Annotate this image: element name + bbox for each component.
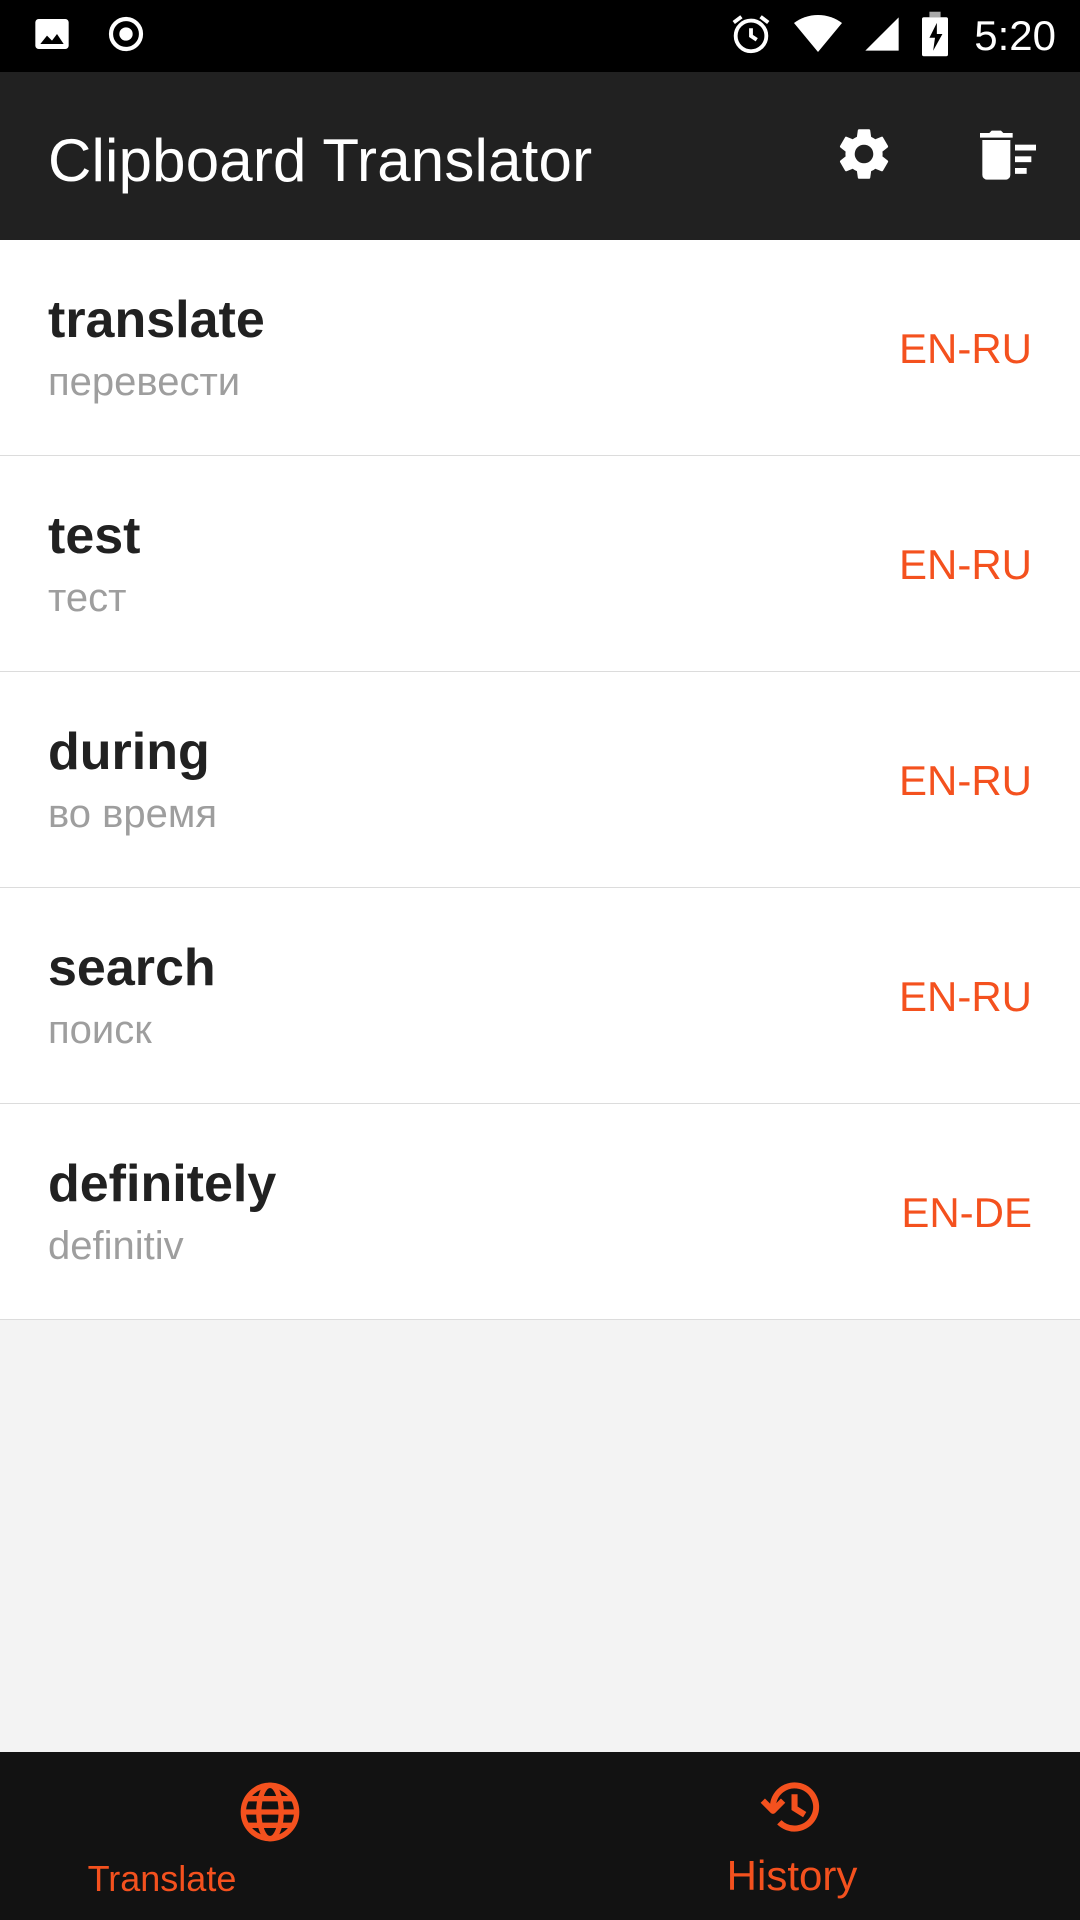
item-translation: definitiv <box>48 1224 184 1268</box>
list-item[interactable]: translate перевести EN-RU <box>0 240 1080 456</box>
bottom-navigation: Translate History <box>0 1752 1080 1920</box>
item-word: test <box>48 507 141 565</box>
gear-icon <box>833 123 895 190</box>
clear-history-icon <box>975 126 1041 187</box>
item-translation: поиск <box>48 1008 152 1052</box>
nav-translate[interactable]: Translate <box>0 1752 540 1920</box>
item-word: during <box>48 723 210 781</box>
alarm-icon <box>728 11 774 62</box>
history-list: translate перевести EN-RU test тест EN-R… <box>0 240 1080 1320</box>
signal-icon <box>862 14 902 59</box>
item-language-pair: EN-RU <box>899 541 1032 588</box>
image-icon <box>32 14 72 59</box>
item-word: search <box>48 939 216 997</box>
globe-icon <box>238 1780 302 1849</box>
item-word: definitely <box>48 1155 277 1213</box>
item-language-pair: EN-DE <box>901 1189 1032 1236</box>
item-translation: во время <box>48 792 218 836</box>
status-bar: 5:20 <box>0 0 1080 72</box>
list-item[interactable]: definitely definitiv EN-DE <box>0 1104 1080 1320</box>
nav-history-label: History <box>726 1852 858 1899</box>
history-icon <box>759 1776 825 1843</box>
wifi-icon <box>794 13 843 60</box>
app-bar: Clipboard Translator <box>0 72 1080 240</box>
item-word: translate <box>48 291 265 349</box>
clear-history-button[interactable] <box>972 120 1044 192</box>
item-translation: перевести <box>48 360 241 404</box>
item-language-pair: EN-RU <box>899 757 1032 804</box>
item-language-pair: EN-RU <box>899 325 1032 372</box>
nav-history[interactable]: History <box>540 1752 1080 1920</box>
list-item[interactable]: search поиск EN-RU <box>0 888 1080 1104</box>
record-icon <box>106 14 146 59</box>
status-time: 5:20 <box>974 12 1056 59</box>
item-language-pair: EN-RU <box>899 973 1032 1020</box>
settings-button[interactable] <box>828 120 900 192</box>
list-item[interactable]: during во время EN-RU <box>0 672 1080 888</box>
item-translation: тест <box>48 576 127 620</box>
app-title: Clipboard Translator <box>48 127 593 194</box>
nav-translate-label: Translate <box>87 1858 237 1899</box>
battery-charging-icon <box>922 11 949 62</box>
list-item[interactable]: test тест EN-RU <box>0 456 1080 672</box>
